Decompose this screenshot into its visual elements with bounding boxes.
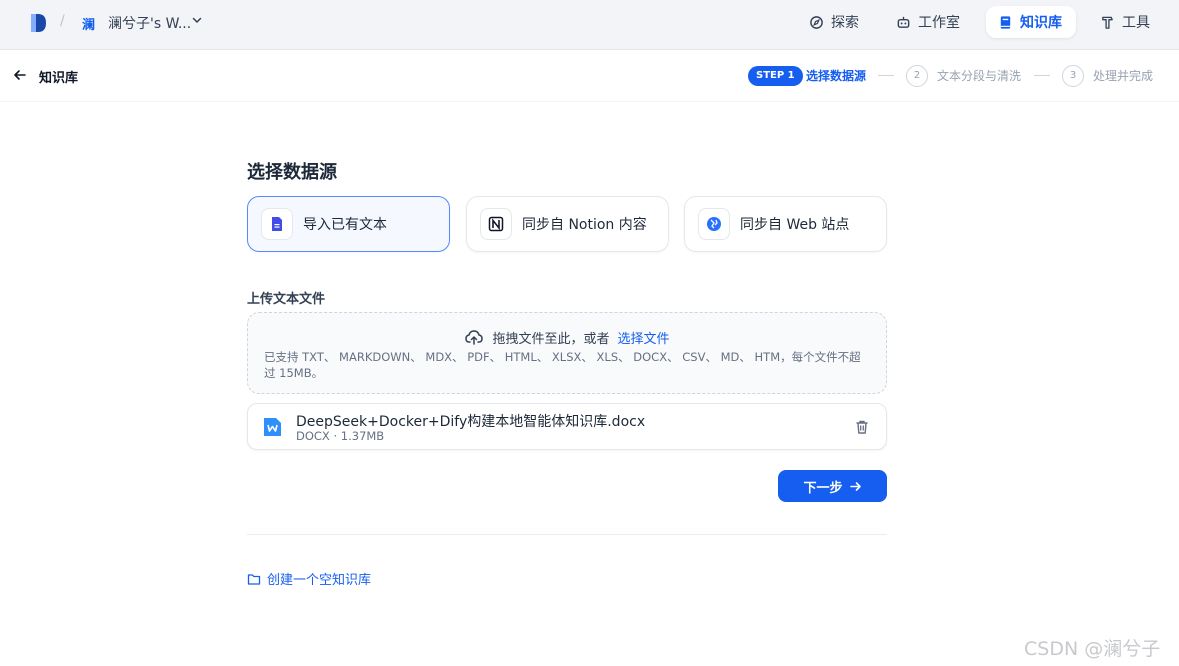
section-divider (247, 534, 887, 535)
create-empty-label: 创建一个空知识库 (267, 573, 372, 588)
workspace-badge: 澜 (82, 18, 96, 33)
file-name: DeepSeek+Docker+Dify构建本地智能体知识库.docx (296, 414, 646, 430)
workspace-name[interactable]: 澜兮子's W... (108, 13, 191, 33)
nav-knowledge-label: 知识库 (1020, 15, 1062, 31)
breadcrumb-separator: / (60, 13, 65, 29)
source-icon-wrap (261, 208, 293, 240)
uploaded-file-item: DeepSeek+Docker+Dify构建本地智能体知识库.docx DOCX… (247, 403, 887, 450)
step-3-badge: 3 (1062, 65, 1084, 87)
supported-formats-text: 已支持 TXT、 MARKDOWN、 MDX、 PDF、 HTML、 XLSX、… (264, 350, 861, 380)
nav-studio[interactable]: 工作室 (884, 6, 972, 38)
nav-explore[interactable]: 探索 (797, 6, 871, 38)
arrow-right-icon (849, 481, 861, 491)
nav-tools-label: 工具 (1122, 15, 1150, 31)
source-icon-wrap (480, 208, 512, 240)
source-card-label: 导入已有文本 (303, 217, 387, 233)
section-title: 选择数据源 (247, 162, 337, 183)
nav-knowledge[interactable]: 知识库 (986, 6, 1076, 38)
page-title: 知识库 (39, 71, 79, 86)
source-card-web[interactable]: 同步自 Web 站点 (684, 196, 887, 252)
step-2-label: 文本分段与清洗 (937, 69, 1022, 83)
hammer-icon (1102, 16, 1113, 29)
step-1-badge: STEP 1 (748, 66, 803, 86)
notion-icon (488, 216, 504, 232)
nav-explore-label: 探索 (831, 15, 859, 31)
step-connector (1034, 75, 1050, 76)
step-3-label: 处理并完成 (1093, 69, 1154, 83)
chevron-down-icon[interactable] (191, 14, 203, 26)
sub-header: 知识库 STEP 1 选择数据源 2 文本分段与清洗 3 处理并完成 (0, 50, 1179, 102)
document-icon (272, 217, 282, 231)
source-card-label: 同步自 Notion 内容 (522, 217, 647, 233)
robot-icon (897, 16, 910, 28)
source-card-label: 同步自 Web 站点 (740, 217, 850, 233)
nav-studio-label: 工作室 (918, 15, 960, 31)
top-navbar: / 澜 澜兮子's W... 探索 工作室 知识库 工具 (0, 0, 1179, 50)
source-icon-wrap (698, 208, 730, 240)
step-1-label: 选择数据源 (806, 69, 867, 83)
watermark: CSDN @澜兮子 (1024, 638, 1161, 660)
source-card-notion[interactable]: 同步自 Notion 内容 (466, 196, 669, 252)
folder-icon (247, 573, 261, 585)
dropzone-prompt: 拖拽文件至此，或者 选择文件 (248, 327, 886, 347)
dropzone-text: 拖拽文件至此，或者 (492, 331, 610, 347)
web-icon (707, 217, 721, 231)
create-empty-knowledge-link[interactable]: 创建一个空知识库 (247, 569, 371, 588)
next-step-label: 下一步 (803, 480, 843, 496)
nav-tools[interactable]: 工具 (1088, 6, 1162, 38)
word-file-icon (264, 418, 281, 436)
source-card-import-text[interactable]: 导入已有文本 (247, 196, 450, 252)
book-icon (1000, 15, 1011, 29)
cloud-upload-icon (465, 330, 484, 345)
trash-icon[interactable] (854, 419, 870, 435)
next-step-button[interactable]: 下一步 (778, 470, 887, 502)
step-connector (878, 75, 894, 76)
file-dropzone[interactable]: 拖拽文件至此，或者 选择文件 已支持 TXT、 MARKDOWN、 MDX、 P… (247, 312, 887, 394)
arrow-left-icon[interactable] (12, 67, 28, 83)
step-2-badge: 2 (906, 65, 928, 87)
app-logo[interactable] (28, 12, 50, 34)
explore-icon (810, 15, 823, 29)
file-meta: DOCX · 1.37MB (296, 429, 385, 443)
upload-section-title: 上传文本文件 (247, 292, 326, 307)
choose-file-link[interactable]: 选择文件 (618, 328, 670, 347)
